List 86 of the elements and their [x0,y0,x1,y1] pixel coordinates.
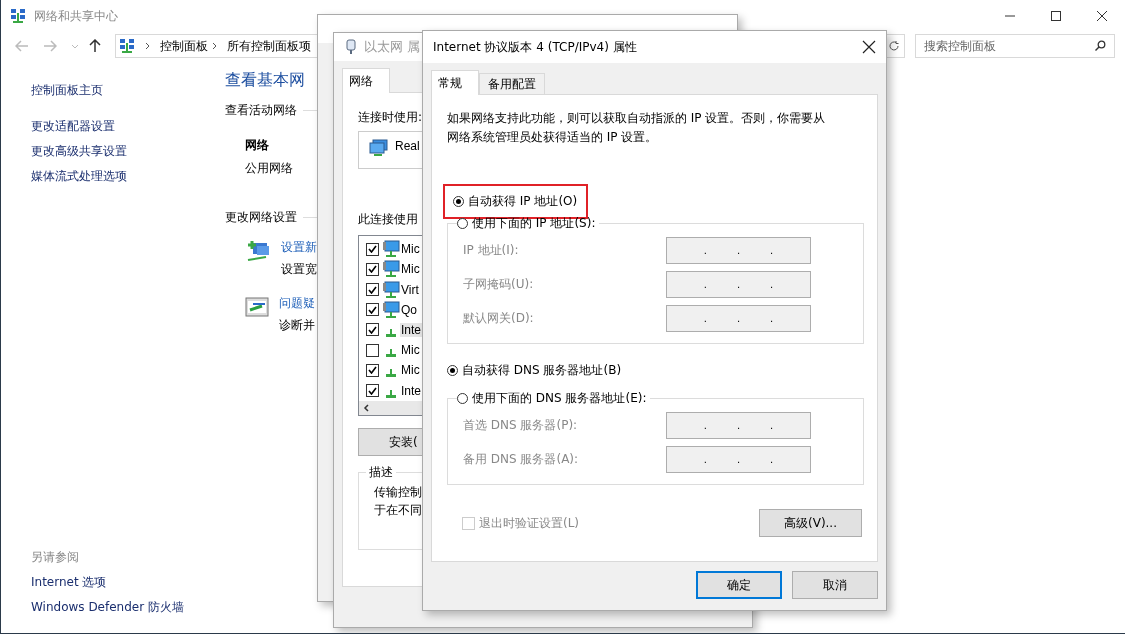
dialog-button[interactable]: 确定 [696,571,782,599]
checkbox[interactable] [366,303,379,317]
field-label: 连接时使用: [358,109,423,125]
network-client-icon [382,280,400,299]
breadcrumb-item[interactable]: 控制面板 [160,37,208,55]
field-label: 默认网关(D): [463,309,535,327]
network-protocol-icon [386,369,396,378]
chevron-icon [145,42,150,50]
radio-label[interactable]: 使用下面的 IP 地址(S): [472,214,596,232]
network-client-icon [382,300,400,319]
list-item[interactable]: Qo [400,302,418,317]
close-icon [1096,10,1108,22]
tab[interactable]: 备用配置 [479,73,545,94]
plug-icon [346,39,356,55]
description-text: 传输控制 [374,484,423,501]
sidebar-link[interactable]: 控制面板主页 [31,78,103,103]
network-icon [119,38,135,54]
list-item[interactable]: Mic [400,343,421,358]
network-type: 公用网络 [245,160,293,177]
field-label: 此连接使用 [358,211,418,227]
close-icon[interactable] [862,40,876,54]
search-field[interactable]: 搜索控制面板 [915,34,1115,58]
sidebar-link[interactable]: 媒体流式处理选项 [31,164,127,189]
refresh-icon[interactable] [888,40,900,52]
troubleshoot-icon [245,296,269,318]
maximize-icon [1050,10,1062,22]
task-description: 诊断并 [279,317,315,334]
sidebar-link[interactable]: 更改高级共享设置 [31,139,127,164]
radio-button[interactable] [453,196,464,207]
description-text: 于在不同 [374,502,423,519]
sidebar-link[interactable]: Windows Defender 防火墙 [31,595,184,620]
checkbox[interactable] [366,242,379,256]
list-item[interactable]: Mic [400,363,421,378]
list-item[interactable]: Mic [400,242,421,257]
list-item[interactable]: Virt [400,282,420,297]
sidebar-link[interactable]: 更改适配器设置 [31,114,115,139]
dialog-title: 以太网 属 [364,38,421,56]
list-item[interactable]: Inte [400,322,422,337]
task-description: 设置宽 [281,261,317,278]
network-protocol-icon [386,349,396,358]
adapter-name: Real [395,139,420,153]
checkbox[interactable] [366,283,379,296]
dialog-title: Internet 协议版本 4 (TCP/IPv4) 属性 [433,38,637,56]
section-heading: 另请参阅 [31,549,79,566]
task-link[interactable]: 设置新 [281,238,317,256]
page-heading: 查看基本网 [225,70,305,90]
chevron-icon [212,42,217,50]
radio-label[interactable]: 使用下面的 DNS 服务器地址(E): [472,389,647,407]
radio-button[interactable] [457,217,468,229]
group-title: 描述 [368,464,394,481]
window-title: 网络和共享中心 [34,7,118,25]
minimize-icon [1004,15,1016,17]
checkbox[interactable] [366,363,379,377]
radio-button[interactable] [447,364,458,376]
network-client-icon [382,260,400,279]
list-item[interactable]: Mic [400,262,421,277]
checkbox[interactable] [366,323,379,337]
field-label: 子网掩码(U): [463,275,535,293]
field-label: IP 地址(I): [463,241,520,259]
network-client-icon [382,240,400,259]
section-heading: 查看活动网络 [225,102,297,119]
checkbox[interactable] [366,384,379,397]
search-icon[interactable] [1094,40,1106,52]
up-arrow-icon[interactable] [89,39,101,53]
network-protocol-icon [386,328,396,337]
scroll-left-icon[interactable] [363,403,369,412]
breadcrumb-item[interactable]: 所有控制面板项 [227,37,311,55]
checkbox[interactable] [366,343,379,357]
network-name: 网络 [245,137,269,154]
monitor-icon [369,139,389,157]
intro-text: 如果网络支持此功能，则可以获取自动指派的 IP 设置。否则，你需要从网络系统管理员处获得适当的 IP 设置。 [447,110,827,146]
network-add-icon [245,240,271,264]
radio-label[interactable]: 自动获得 IP 地址(O) [468,193,578,210]
tab[interactable]: 网络 [342,68,390,93]
dialog-button[interactable]: 取消 [792,571,878,599]
task-link[interactable]: 问题疑 [279,294,315,312]
radio-label[interactable]: 自动获得 DNS 服务器地址(B) [462,361,622,379]
section-heading: 更改网络设置 [225,209,297,226]
network-protocol-icon [386,389,396,398]
checkbox[interactable] [366,262,379,276]
radio-button[interactable] [457,392,468,404]
sidebar-link[interactable]: Internet 选项 [31,570,107,595]
advanced-button[interactable]: 高级(V)... [759,509,862,537]
list-item[interactable]: Inte [400,383,422,398]
network-icon [10,8,26,24]
tab[interactable]: 常规 [431,70,479,95]
